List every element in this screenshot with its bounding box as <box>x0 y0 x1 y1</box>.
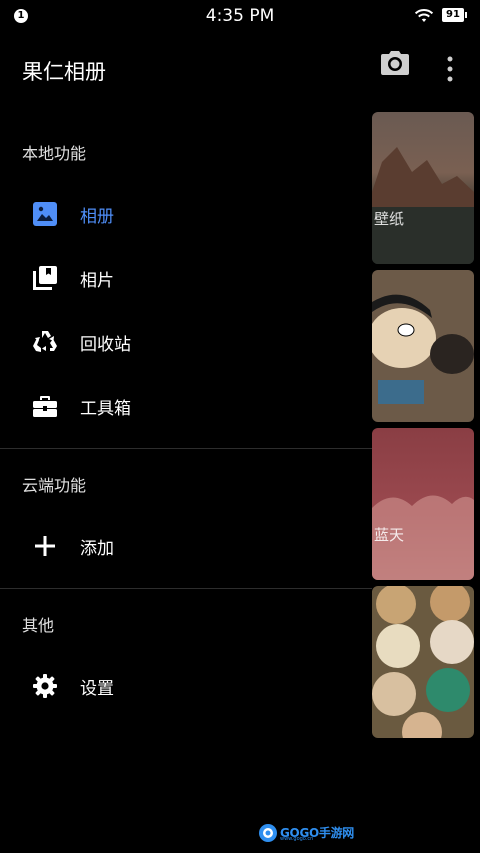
menu-item-album[interactable]: 相册 <box>0 184 372 242</box>
menu-item-settings[interactable]: 设置 <box>0 656 372 714</box>
section-header-cloud: 云端功能 <box>22 476 87 495</box>
section-header-local: 本地功能 <box>22 144 87 163</box>
section-header-other: 其他 <box>22 616 55 635</box>
watermark-icon <box>259 824 277 842</box>
menu-item-recycle-bin[interactable]: 回收站 <box>0 312 372 370</box>
status-bar: 1 4:35 PM 91 <box>0 0 480 32</box>
thumb-label: 壁纸 <box>374 210 405 228</box>
section-divider <box>0 588 372 589</box>
camera-icon[interactable] <box>380 50 410 76</box>
album-icon <box>33 202 57 226</box>
status-time: 4:35 PM <box>205 6 275 26</box>
menu-label: 相片 <box>80 271 114 291</box>
menu-item-photos[interactable]: 相片 <box>0 248 372 306</box>
menu-item-toolbox[interactable]: 工具箱 <box>0 376 372 434</box>
navigation-drawer: 果仁相册 本地功能 相册 相片 回收站 工具箱 云端功能 添加 其他 设置 <box>0 32 372 853</box>
gallery-grid-behind: 壁纸 蓝天 <box>372 112 480 742</box>
watermark-subtext: www.gogo.cn <box>280 836 314 842</box>
wifi-icon <box>414 9 434 22</box>
battery-indicator: 91 <box>442 8 467 22</box>
thumb-label: 蓝天 <box>374 526 405 544</box>
recycle-icon <box>33 331 57 352</box>
watermark-logo: GOGO手游网 www.gogo.cn <box>258 822 354 844</box>
album-thumb-wallpaper[interactable]: 壁纸 <box>372 112 474 264</box>
app-title: 果仁相册 <box>22 60 106 84</box>
gear-icon <box>33 674 57 698</box>
menu-item-add[interactable]: 添加 <box>0 516 372 574</box>
menu-label: 相册 <box>80 207 114 227</box>
menu-label: 工具箱 <box>80 399 131 419</box>
album-thumb-donuts[interactable] <box>372 586 474 738</box>
album-thumb-cartoon[interactable] <box>372 270 474 422</box>
menu-label: 添加 <box>80 539 114 559</box>
photos-stack-icon <box>33 266 57 290</box>
album-thumb-sky[interactable]: 蓝天 <box>372 428 474 580</box>
toolbox-icon <box>33 396 57 417</box>
plus-icon <box>35 536 55 556</box>
menu-label: 设置 <box>80 679 114 699</box>
section-divider <box>0 448 372 449</box>
menu-label: 回收站 <box>80 335 131 355</box>
more-options-icon[interactable] <box>444 56 456 82</box>
